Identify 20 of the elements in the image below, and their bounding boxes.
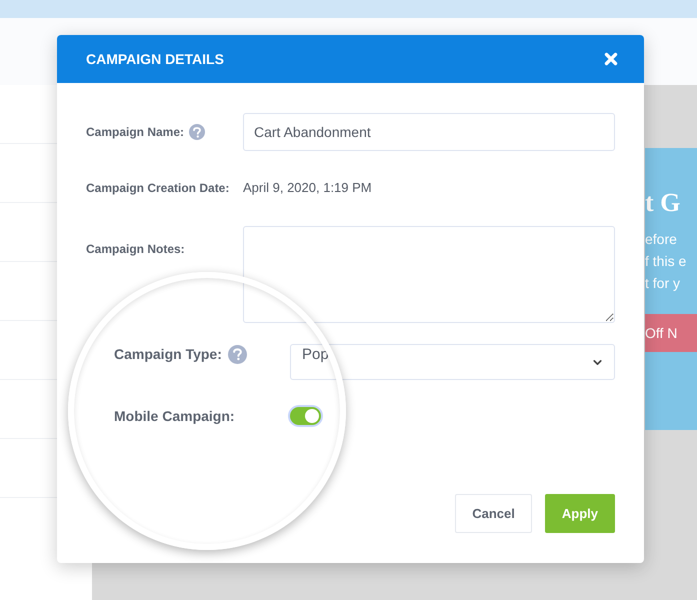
- campaign-type-select[interactable]: Pop: [290, 344, 615, 380]
- creation-date: April 9, 2020, 1:19 PM: [243, 179, 372, 198]
- field-label: Campaign Type:: [114, 345, 222, 364]
- preview-text: t for y: [645, 274, 682, 293]
- mobile-toggle[interactable]: [290, 407, 321, 425]
- close-button[interactable]: [602, 50, 620, 68]
- preview-text: efore: [645, 230, 678, 249]
- field-label: Mobile Campaign:: [114, 406, 235, 426]
- preview-text: f this e: [645, 252, 688, 271]
- notes-field[interactable]: [243, 226, 615, 323]
- close-icon: [602, 50, 620, 68]
- field-label: Campaign Name:: [86, 124, 184, 141]
- cancel-button[interactable]: Cancel: [455, 494, 532, 533]
- dialog-title: CAMPAIGN DETAILS: [86, 50, 224, 68]
- campaign-name-field[interactable]: Cart Abandonment: [243, 113, 615, 151]
- help-icon[interactable]: [189, 124, 206, 140]
- help-icon[interactable]: [228, 345, 247, 364]
- field-label: Campaign Creation Date:: [86, 180, 230, 197]
- field-label: Campaign Notes:: [86, 241, 185, 258]
- preview-heading: t G: [645, 190, 682, 216]
